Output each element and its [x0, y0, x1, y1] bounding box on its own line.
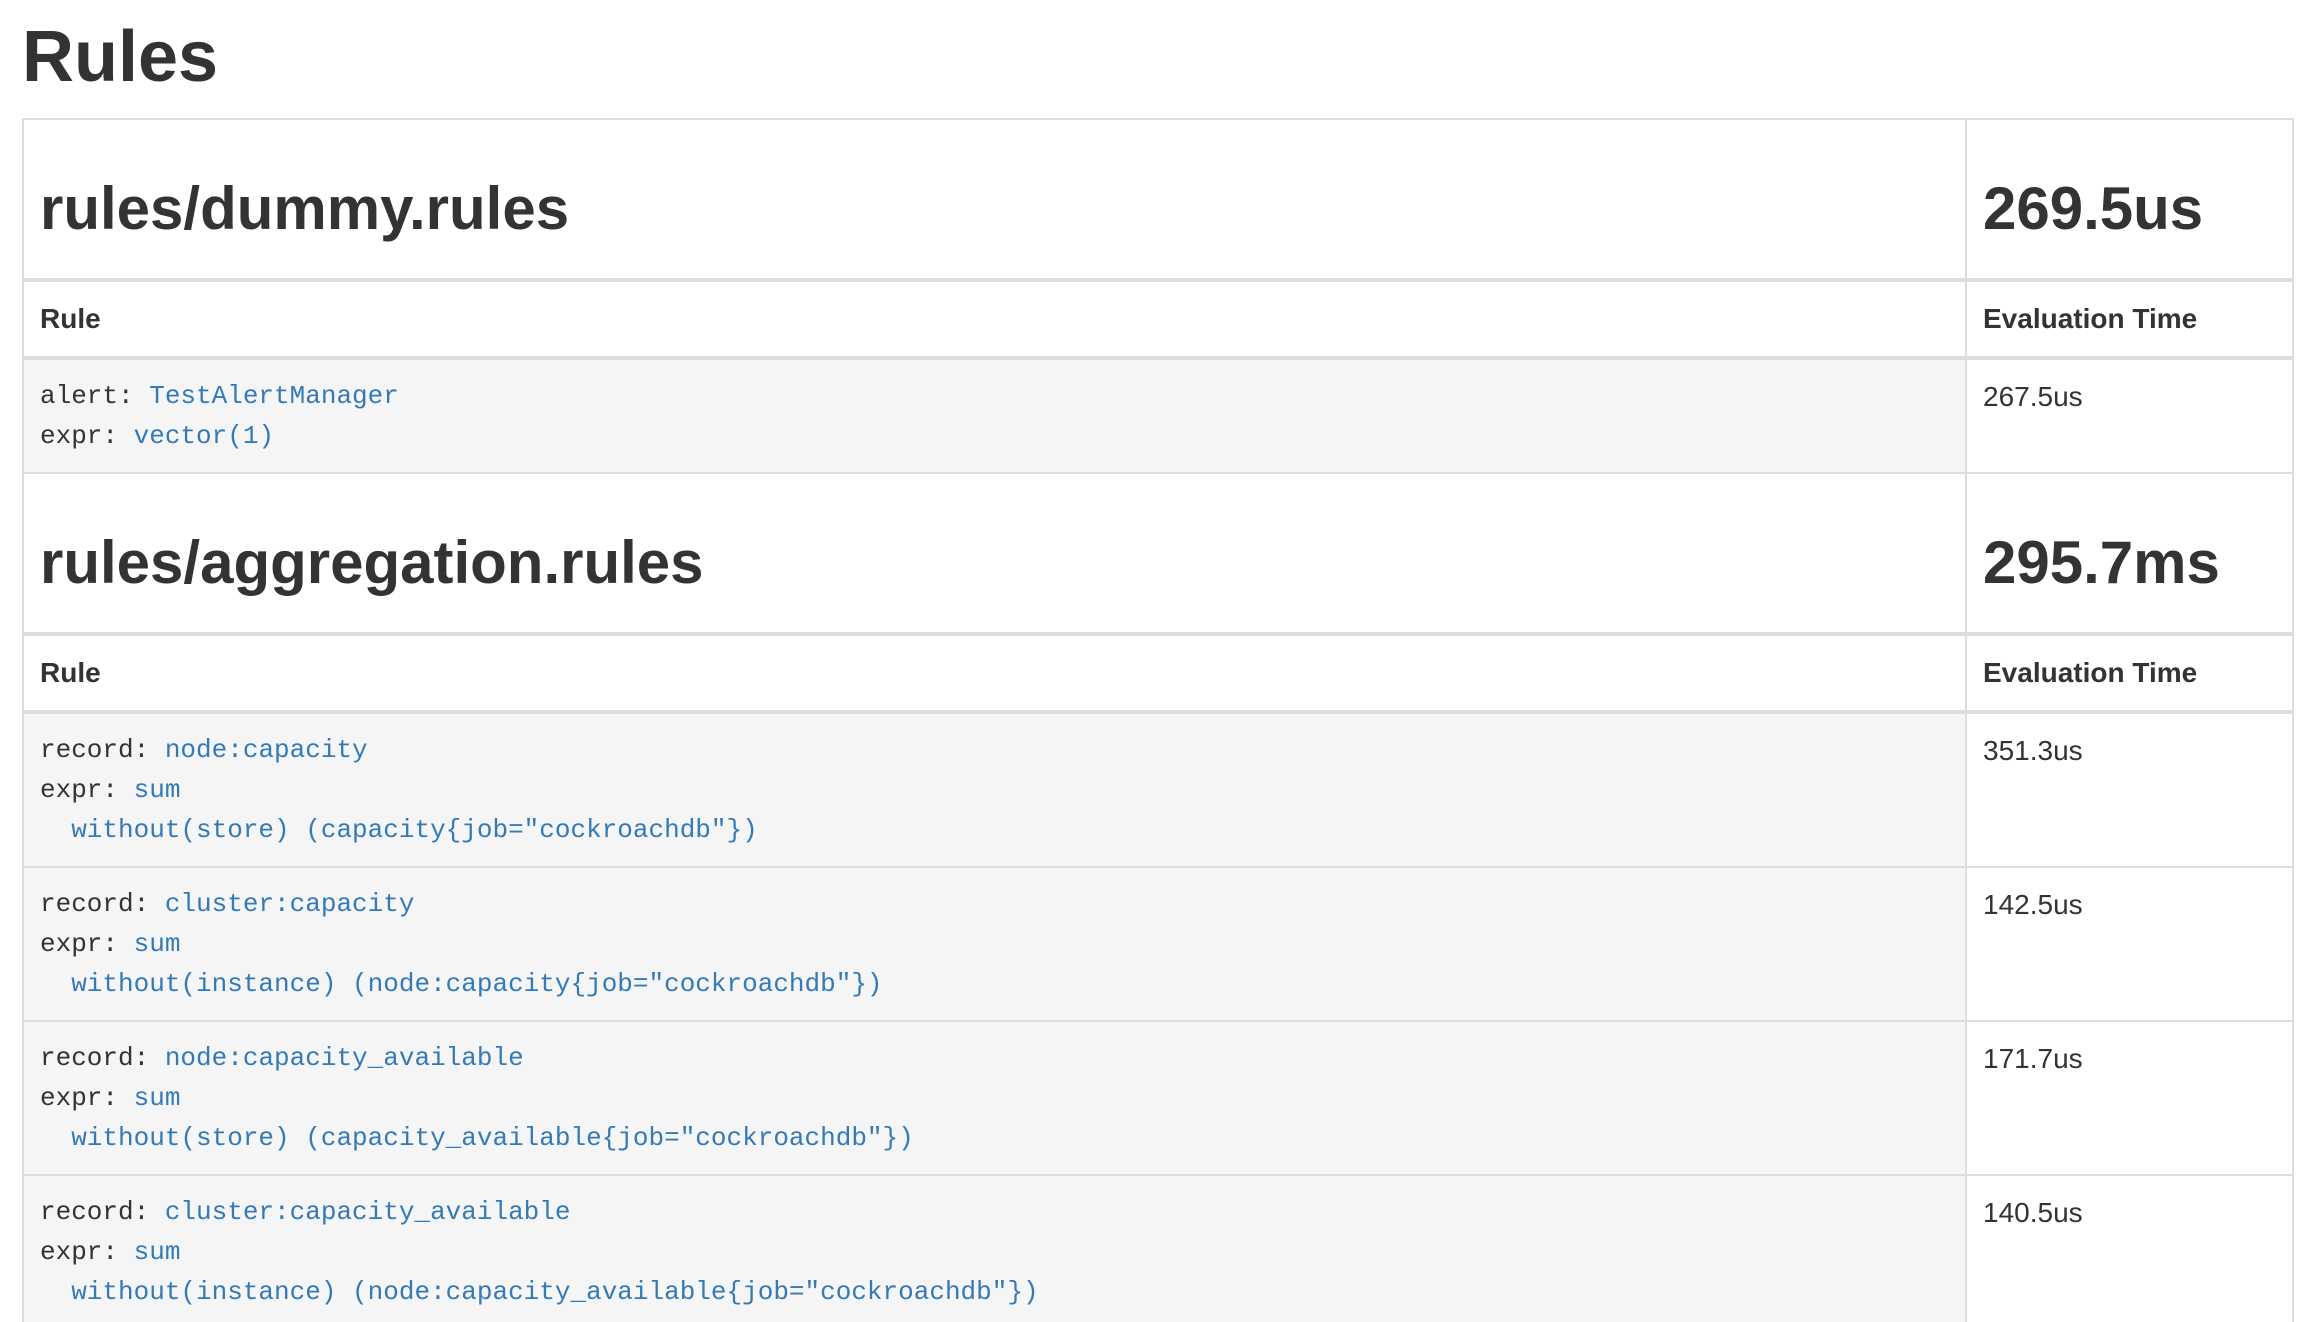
expr-link[interactable]: vector(1): [134, 421, 274, 451]
column-header-rule: Rule: [23, 634, 1966, 712]
record-name-link[interactable]: node:capacity_available: [165, 1043, 524, 1073]
rule-cell: record: node:capacity_available expr: su…: [23, 1021, 1966, 1175]
rule-kind-label: record:: [40, 1043, 165, 1073]
expr-link[interactable]: sum: [134, 775, 181, 805]
rule-code: record: cluster:capacity_available expr:…: [40, 1192, 1949, 1312]
rule-code-line: record: node:capacity: [40, 730, 1949, 770]
rule-kind-label: alert:: [40, 381, 149, 411]
rule-evaluation-time: 267.5us: [1966, 358, 2293, 473]
record-name-link[interactable]: node:capacity: [165, 735, 368, 765]
rules-table: rules/dummy.rules 269.5us Rule Evaluatio…: [22, 118, 2294, 1322]
rule-group-total-time-cell: 295.7ms: [1966, 473, 2293, 634]
rule-code: record: node:capacity expr: sum without(…: [40, 730, 1949, 850]
rule-code-line: expr: vector(1): [40, 416, 1949, 456]
expr-label: expr:: [40, 775, 134, 805]
rule-evaluation-time: 142.5us: [1966, 867, 2293, 1021]
rule-code-line: record: cluster:capacity_available: [40, 1192, 1949, 1232]
rule-row: record: node:capacity expr: sum without(…: [23, 712, 2293, 867]
rule-evaluation-time: 171.7us: [1966, 1021, 2293, 1175]
rule-code-line: expr: sum: [40, 924, 1949, 964]
rule-code-line: expr: sum: [40, 1232, 1949, 1272]
expr-link[interactable]: sum: [134, 929, 181, 959]
column-header-evaluation-time: Evaluation Time: [1966, 634, 2293, 712]
page-title: Rules: [22, 16, 2294, 98]
rule-code-line: expr: sum: [40, 1078, 1949, 1118]
rule-code-line: without(store) (capacity{job="cockroachd…: [40, 810, 1949, 850]
rule-group-header: rules/dummy.rules 269.5us: [23, 119, 2293, 280]
expr-continuation-link[interactable]: without(store) (capacity{job="cockroachd…: [40, 815, 758, 845]
rule-code-line: without(store) (capacity_available{job="…: [40, 1118, 1949, 1158]
rule-kind-label: record:: [40, 735, 165, 765]
rule-cell: record: cluster:capacity expr: sum witho…: [23, 867, 1966, 1021]
expr-label: expr:: [40, 1237, 134, 1267]
rule-kind-label: record:: [40, 1197, 165, 1227]
rule-row: record: node:capacity_available expr: su…: [23, 1021, 2293, 1175]
rule-row: record: cluster:capacity_available expr:…: [23, 1175, 2293, 1322]
expr-link[interactable]: sum: [134, 1083, 181, 1113]
column-header-evaluation-time: Evaluation Time: [1966, 280, 2293, 358]
expr-continuation-link[interactable]: without(store) (capacity_available{job="…: [40, 1123, 914, 1153]
rule-group-header: rules/aggregation.rules 295.7ms: [23, 473, 2293, 634]
rule-cell: record: cluster:capacity_available expr:…: [23, 1175, 1966, 1322]
rule-code-line: record: node:capacity_available: [40, 1038, 1949, 1078]
rule-row: record: cluster:capacity expr: sum witho…: [23, 867, 2293, 1021]
rule-code-line: alert: TestAlertManager: [40, 376, 1949, 416]
rule-group-total-time: 269.5us: [1983, 176, 2276, 242]
expr-continuation-link[interactable]: without(instance) (node:capacity{job="co…: [40, 969, 883, 999]
rule-code: record: cluster:capacity expr: sum witho…: [40, 884, 1949, 1004]
rule-group-file: rules/dummy.rules: [40, 176, 1949, 242]
columns-header-row: Rule Evaluation Time: [23, 280, 2293, 358]
rule-evaluation-time: 140.5us: [1966, 1175, 2293, 1322]
rule-kind-label: record:: [40, 889, 165, 919]
rule-code-line: without(instance) (node:capacity_availab…: [40, 1272, 1949, 1312]
column-header-rule: Rule: [23, 280, 1966, 358]
rule-row: alert: TestAlertManager expr: vector(1) …: [23, 358, 2293, 473]
rule-code-line: record: cluster:capacity: [40, 884, 1949, 924]
rule-cell: record: node:capacity expr: sum without(…: [23, 712, 1966, 867]
expr-label: expr:: [40, 929, 134, 959]
rule-group-total-time: 295.7ms: [1983, 530, 2276, 596]
expr-link[interactable]: sum: [134, 1237, 181, 1267]
record-name-link[interactable]: cluster:capacity_available: [165, 1197, 571, 1227]
rule-group-file-cell: rules/aggregation.rules: [23, 473, 1966, 634]
rule-cell: alert: TestAlertManager expr: vector(1): [23, 358, 1966, 473]
rule-code-line: expr: sum: [40, 770, 1949, 810]
rule-code-line: without(instance) (node:capacity{job="co…: [40, 964, 1949, 1004]
expr-label: expr:: [40, 421, 134, 451]
alert-name-link[interactable]: TestAlertManager: [149, 381, 399, 411]
rule-code: alert: TestAlertManager expr: vector(1): [40, 376, 1949, 456]
rule-code: record: node:capacity_available expr: su…: [40, 1038, 1949, 1158]
rule-evaluation-time: 351.3us: [1966, 712, 2293, 867]
record-name-link[interactable]: cluster:capacity: [165, 889, 415, 919]
rule-group-file-cell: rules/dummy.rules: [23, 119, 1966, 280]
rule-group-total-time-cell: 269.5us: [1966, 119, 2293, 280]
expr-label: expr:: [40, 1083, 134, 1113]
expr-continuation-link[interactable]: without(instance) (node:capacity_availab…: [40, 1277, 1039, 1307]
page-container: Rules rules/dummy.rules 269.5us Rule Eva…: [0, 16, 2316, 1322]
columns-header-row: Rule Evaluation Time: [23, 634, 2293, 712]
rule-group-file: rules/aggregation.rules: [40, 530, 1949, 596]
